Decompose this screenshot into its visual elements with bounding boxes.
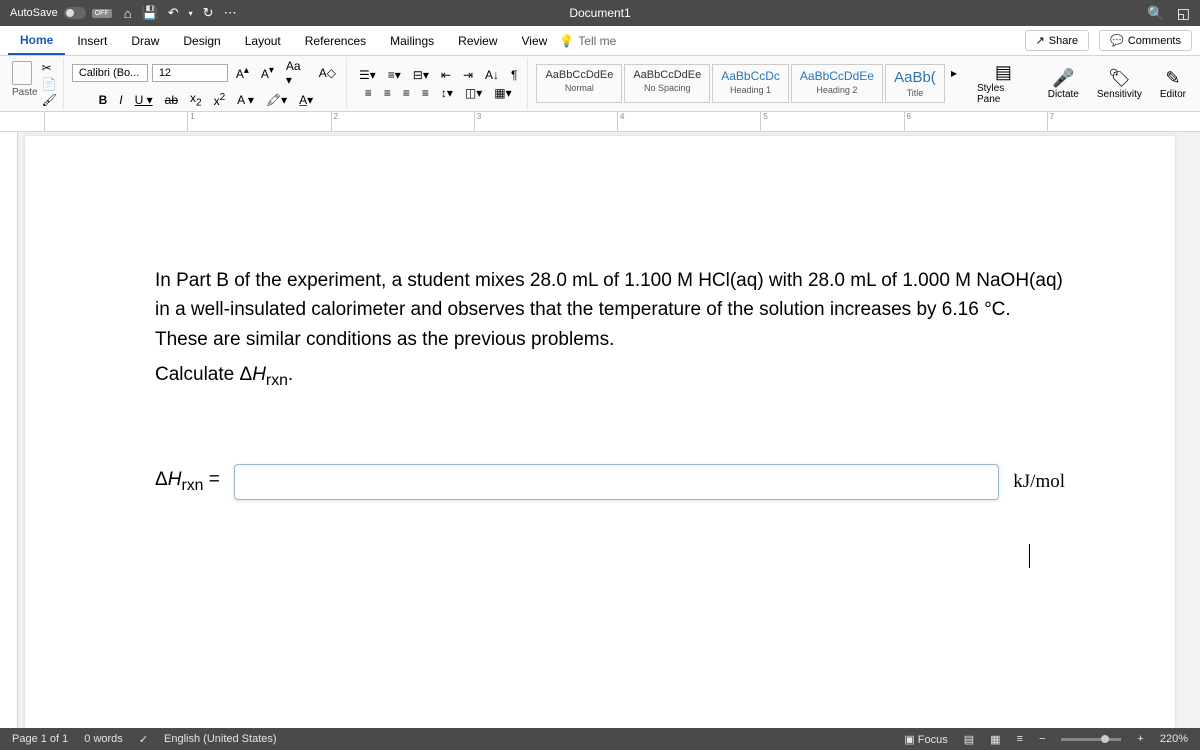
borders-icon[interactable]: ▦▾ [490, 84, 515, 102]
ribbon-options-icon[interactable]: ◱ [1177, 5, 1190, 22]
zoom-level[interactable]: 220% [1160, 733, 1188, 745]
editor-icon: ✎ [1165, 68, 1180, 89]
sort-icon[interactable]: A↓ [481, 66, 503, 84]
mic-icon: 🎤 [1052, 68, 1074, 89]
superscript-button[interactable]: x2 [210, 90, 230, 110]
zoom-slider[interactable] [1061, 738, 1121, 741]
more-icon[interactable]: ⋯ [224, 5, 237, 21]
comment-icon: 💬 [1110, 34, 1124, 47]
autosave-state: OFF [92, 9, 112, 18]
underline-button[interactable]: U ▾ [131, 91, 157, 109]
subscript-button[interactable]: x2 [186, 89, 206, 110]
answer-label: ΔHrxn = [155, 469, 220, 495]
styles-pane-icon: ▤ [995, 62, 1012, 83]
document-title: Document1 [569, 6, 630, 20]
font-size-select[interactable]: 12 [152, 64, 228, 82]
paste-icon[interactable] [12, 61, 32, 85]
tab-home[interactable]: Home [8, 27, 65, 55]
zoom-in-icon[interactable]: + [1137, 733, 1143, 745]
tell-me[interactable]: 💡 Tell me [559, 34, 616, 48]
bullets-icon[interactable]: ☰▾ [355, 66, 380, 84]
bulb-icon: 💡 [559, 34, 574, 48]
focus-mode[interactable]: ▣ Focus [904, 733, 947, 746]
horizontal-ruler[interactable]: 1 2 3 4 5 6 7 [0, 112, 1200, 132]
copy-icon[interactable]: 📄 [42, 77, 57, 91]
tab-design[interactable]: Design [171, 28, 232, 54]
share-icon: ↗ [1036, 34, 1045, 47]
autosave-toggle[interactable] [64, 7, 86, 19]
font-name-select[interactable]: Calibri (Bo... [72, 64, 148, 82]
share-button[interactable]: ↗ Share [1025, 30, 1090, 51]
font-color-icon[interactable]: A▾ [295, 91, 317, 109]
style-heading-1[interactable]: AaBbCcDc Heading 1 [712, 64, 789, 103]
text-effects-icon[interactable]: A ▾ [233, 91, 258, 109]
view-web-icon[interactable]: ▦ [990, 733, 1000, 746]
change-case-icon[interactable]: Aa ▾ [282, 57, 311, 89]
save-icon[interactable]: 💾 [142, 5, 158, 21]
autosave-label: AutoSave [10, 7, 58, 19]
tab-insert[interactable]: Insert [65, 28, 119, 54]
styles-more-icon[interactable]: ▸ [947, 64, 961, 103]
tab-view[interactable]: View [510, 28, 560, 54]
undo-icon[interactable]: ↶ [168, 5, 179, 21]
view-print-icon[interactable]: ▤ [964, 733, 974, 746]
align-left-icon[interactable]: ≡ [361, 84, 376, 102]
paragraph-2[interactable]: Calculate ΔHrxn. [155, 360, 1065, 393]
justify-icon[interactable]: ≡ [418, 84, 433, 102]
multilevel-icon[interactable]: ⊟▾ [409, 66, 433, 84]
highlight-icon[interactable]: 🖍▾ [262, 91, 291, 109]
format-painter-icon[interactable]: 🖌 [42, 93, 57, 107]
sensitivity-button[interactable]: 🏷 Sensitivity [1089, 66, 1150, 102]
undo-dropdown-icon[interactable]: ▾ [189, 9, 193, 18]
cut-icon[interactable]: ✂ [42, 61, 57, 75]
style-no-spacing[interactable]: AaBbCcDdEe No Spacing [624, 64, 710, 103]
redo-icon[interactable]: ↻ [203, 5, 214, 21]
decrease-font-icon[interactable]: A▾ [257, 63, 278, 83]
numbering-icon[interactable]: ≡▾ [384, 66, 405, 84]
zoom-out-icon[interactable]: − [1039, 733, 1045, 745]
styles-pane-button[interactable]: ▤ Styles Pane [969, 60, 1038, 107]
tab-references[interactable]: References [293, 28, 378, 54]
style-heading-2[interactable]: AaBbCcDdEe Heading 2 [791, 64, 883, 103]
paragraph-marks-icon[interactable]: ¶ [507, 66, 521, 84]
italic-button[interactable]: I [115, 91, 126, 109]
language-indicator[interactable]: English (United States) [164, 733, 277, 745]
home-icon[interactable]: ⌂ [124, 6, 132, 21]
spellcheck-icon[interactable]: ✓ [139, 733, 148, 746]
page-indicator[interactable]: Page 1 of 1 [12, 733, 68, 745]
line-spacing-icon[interactable]: ↕▾ [437, 84, 457, 102]
increase-indent-icon[interactable]: ⇥ [459, 66, 477, 84]
sensitivity-icon: 🏷 [1108, 68, 1131, 89]
tab-draw[interactable]: Draw [119, 28, 171, 54]
tab-mailings[interactable]: Mailings [378, 28, 446, 54]
view-outline-icon[interactable]: ≡ [1017, 733, 1023, 745]
dictate-button[interactable]: 🎤 Dictate [1040, 66, 1087, 102]
comments-button[interactable]: 💬 Comments [1099, 30, 1192, 51]
share-label: Share [1049, 35, 1078, 47]
align-right-icon[interactable]: ≡ [399, 84, 414, 102]
style-title[interactable]: AaBb( Title [885, 64, 945, 103]
answer-unit: kJ/mol [1013, 471, 1065, 493]
editor-button[interactable]: ✎ Editor [1152, 66, 1194, 102]
style-normal[interactable]: AaBbCcDdEe Normal [536, 64, 622, 103]
tab-review[interactable]: Review [446, 28, 509, 54]
text-cursor [1029, 544, 1030, 568]
increase-font-icon[interactable]: A▴ [232, 63, 253, 83]
vertical-ruler[interactable] [0, 132, 18, 728]
tab-layout[interactable]: Layout [233, 28, 293, 54]
shading-icon[interactable]: ◫▾ [461, 84, 486, 102]
word-count[interactable]: 0 words [84, 733, 123, 745]
decrease-indent-icon[interactable]: ⇤ [437, 66, 455, 84]
tell-me-label: Tell me [578, 34, 616, 48]
bold-button[interactable]: B [95, 91, 112, 109]
answer-input[interactable] [234, 464, 999, 500]
paragraph-1[interactable]: In Part B of the experiment, a student m… [155, 266, 1065, 354]
align-center-icon[interactable]: ≡ [380, 84, 395, 102]
document-page[interactable]: In Part B of the experiment, a student m… [25, 136, 1175, 728]
paste-label: Paste [12, 87, 38, 98]
comments-label: Comments [1128, 35, 1181, 47]
strikethrough-button[interactable]: ab [161, 91, 182, 109]
clear-format-icon[interactable]: A◇ [315, 64, 340, 82]
search-icon[interactable]: 🔍 [1147, 5, 1164, 22]
